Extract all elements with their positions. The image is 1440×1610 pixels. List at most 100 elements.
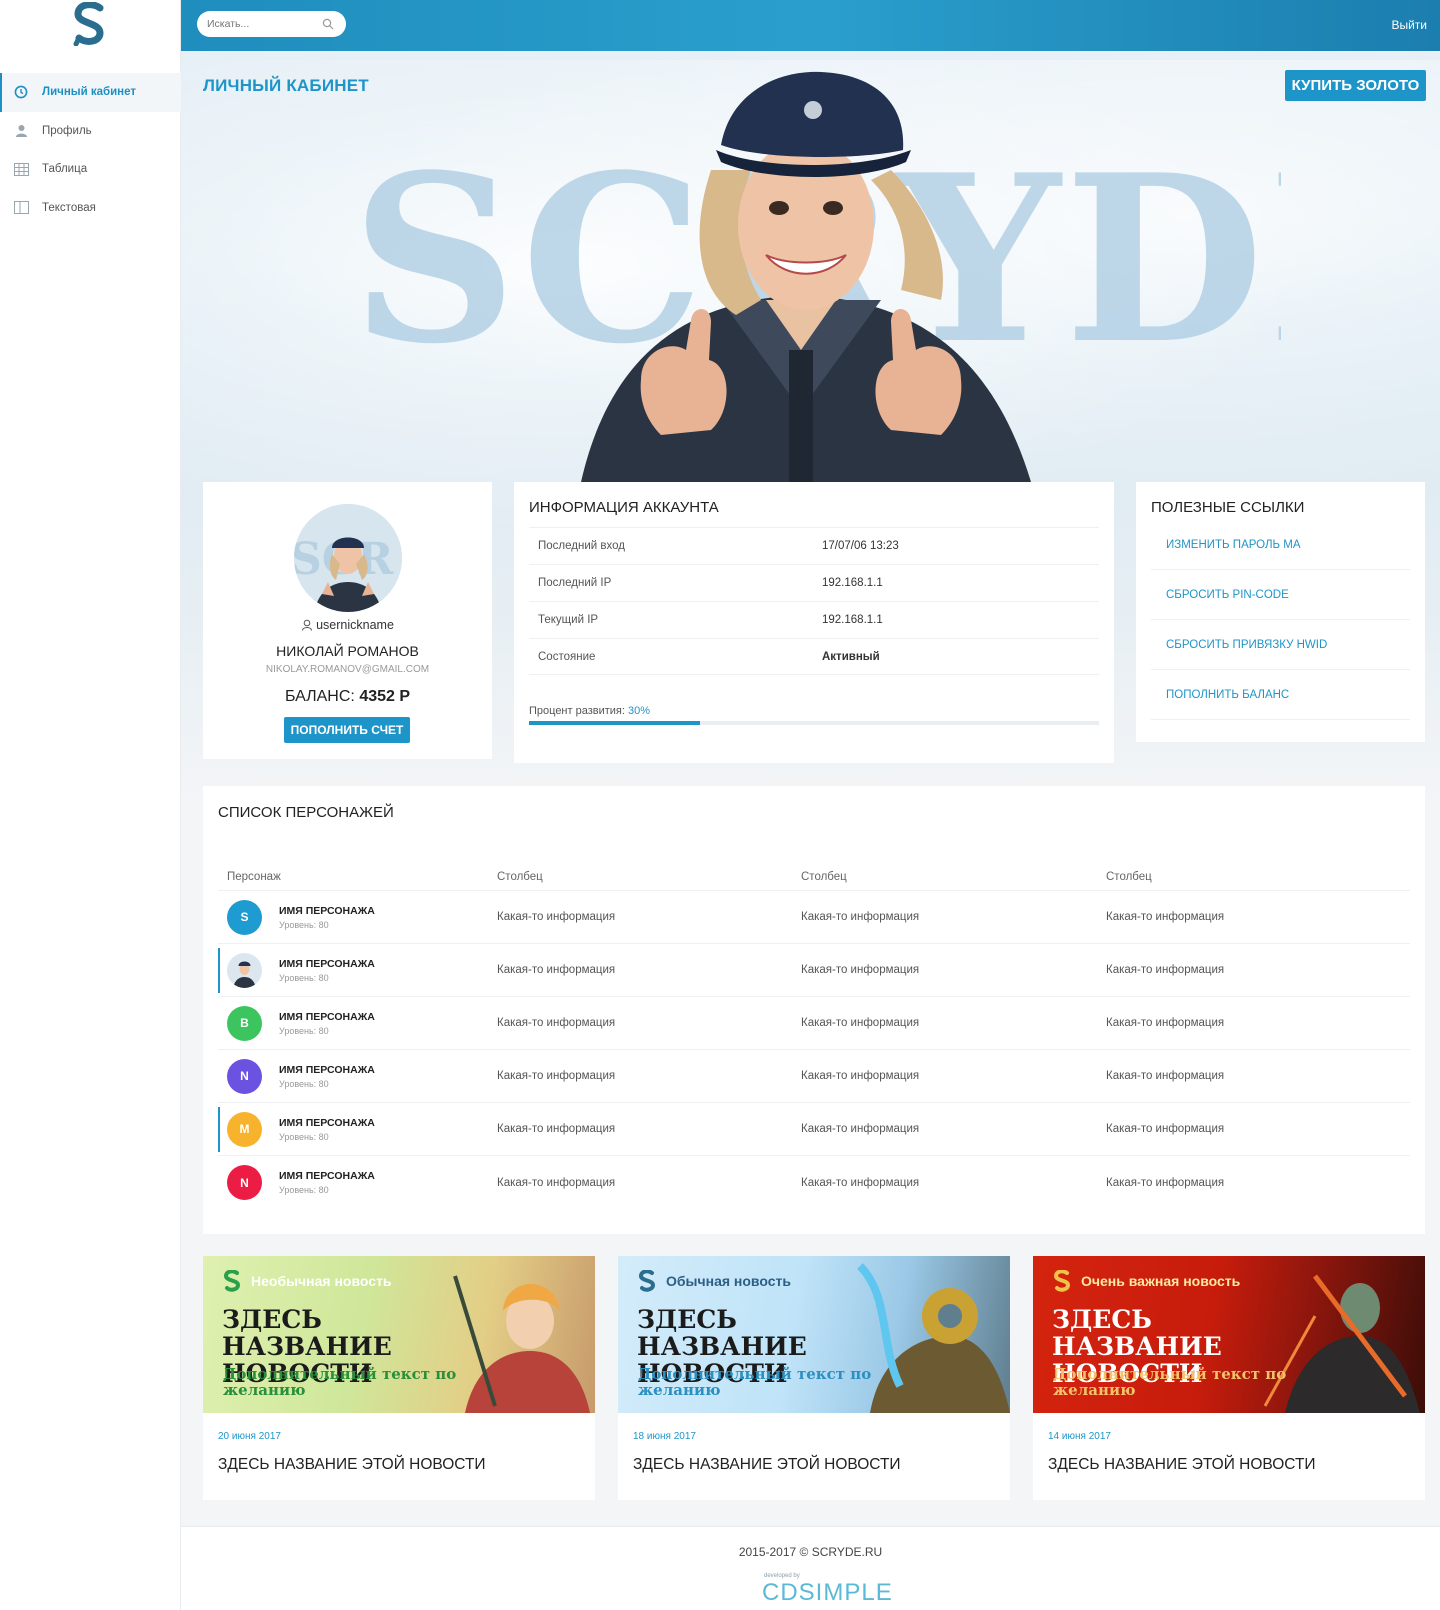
topup-account-button[interactable]: ПОПОЛНИТЬ СЧЕТ	[284, 717, 410, 743]
info-row-last-login: Последний вход 17/07/06 13:23	[529, 527, 1099, 564]
character-name[interactable]: ИМЯ ПЕРСОНАЖА	[279, 1117, 375, 1129]
character-name[interactable]: ИМЯ ПЕРСОНАЖА	[279, 958, 375, 970]
balance: БАЛАНС: 4352 Р	[203, 688, 492, 706]
info-value: 192.168.1.1	[822, 614, 883, 626]
progress-bar	[529, 721, 1099, 725]
character-name[interactable]: ИМЯ ПЕРСОНАЖА	[279, 1170, 375, 1182]
table-cell: Какая-то информация	[497, 1176, 616, 1189]
table-row[interactable]: B ИМЯ ПЕРСОНАЖА Уровень: 80 Какая-то инфо…	[218, 997, 1410, 1050]
link-change-password[interactable]: ИЗМЕНИТЬ ПАРОЛЬ МА	[1151, 520, 1410, 570]
news-banner[interactable]: Необычная новость ЗДЕСЬ НАЗВАНИЕ НОВОСТИ…	[203, 1256, 595, 1413]
logout-link[interactable]: Выйти	[1391, 18, 1427, 32]
news-tag-text: Очень важная новость	[1081, 1273, 1241, 1289]
topbar: Выйти	[181, 0, 1440, 51]
info-key: Последний IP	[538, 577, 612, 589]
developer-logo[interactable]: developed by CDSIMPLE	[756, 1573, 892, 1606]
copyright: 2015-2017 © SCRYDE.RU	[738, 1545, 883, 1559]
search-input[interactable]	[207, 18, 322, 30]
avatar[interactable]: SCR	[294, 504, 402, 612]
balance-value: 4352 Р	[359, 688, 411, 705]
page-title: ЛИЧНЫЙ КАБИНЕТ	[203, 76, 369, 95]
info-value: Активный	[822, 650, 880, 663]
character-cell: N ИМЯ ПЕРСОНАЖА Уровень: 80	[218, 1165, 497, 1200]
character-level: Уровень: 80	[279, 1185, 329, 1195]
table-cell: Какая-то информация	[497, 1123, 616, 1135]
table-cell: Какая-то информация	[1106, 1176, 1225, 1189]
table-cell: Какая-то информация	[801, 1017, 920, 1029]
news-banner[interactable]: Обычная новость ЗДЕСЬ НАЗВАНИЕ НОВОСТИ Д…	[618, 1256, 1010, 1413]
column-header[interactable]: Столбец	[801, 871, 1106, 883]
sidebar-item-dashboard[interactable]: Личный кабинет	[0, 73, 181, 112]
progress-label-text: Процент развития:	[529, 705, 625, 717]
sidebar-item-profile[interactable]: Профиль	[0, 112, 181, 151]
news-banner-subtitle: Дополнительный текст по желанию	[1053, 1365, 1287, 1399]
table-cell: Какая-то информация	[1106, 1123, 1225, 1135]
characters-title: СПИСОК ПЕРСОНАЖЕЙ	[218, 804, 394, 821]
progress-value: 30%	[628, 705, 651, 717]
search-box[interactable]	[197, 11, 346, 37]
info-key: Состояние	[538, 650, 596, 663]
character-cell: B ИМЯ ПЕРСОНАЖА Уровень: 80	[218, 1005, 497, 1041]
link-reset-pin[interactable]: СБРОСИТЬ PIN-CODE	[1151, 570, 1410, 620]
news-card[interactable]: Необычная новость ЗДЕСЬ НАЗВАНИЕ НОВОСТИ…	[203, 1256, 595, 1500]
sidebar-item-table[interactable]: Таблица	[0, 150, 181, 189]
news-title[interactable]: ЗДЕСЬ НАЗВАНИЕ ЭТОЙ НОВОСТИ	[1048, 1456, 1425, 1474]
table-header: Персонаж Столбец Столбец Столбец	[218, 863, 1410, 891]
logo-s-icon	[638, 1270, 656, 1292]
search-icon[interactable]	[322, 18, 334, 30]
email: NIKOLAY.ROMANOV@GMAIL.COM	[265, 664, 430, 675]
sidebar-item-label: Личный кабинет	[42, 86, 136, 99]
table-body: S ИМЯ ПЕРСОНАЖА Уровень: 80 Какая-то инфо…	[218, 891, 1410, 1209]
buy-gold-button[interactable]: КУПИТЬ ЗОЛОТО	[1285, 70, 1426, 101]
news-tag-text: Необычная новость	[251, 1273, 392, 1289]
character-level: Уровень: 80	[279, 919, 329, 930]
sidebar-item-label: Таблица	[42, 163, 88, 176]
table-cell: Какая-то информация	[497, 1017, 616, 1029]
logo-s-icon	[1053, 1270, 1071, 1292]
footer: 2015-2017 © SCRYDE.RU developed by CDSIM…	[181, 1526, 1440, 1610]
news-title[interactable]: ЗДЕСЬ НАЗВАНИЕ ЭТОЙ НОВОСТИ	[633, 1456, 1010, 1474]
character-level: Уровень: 80	[279, 972, 329, 983]
profile-card: SCR usernickname НИКОЛАЙ РОМАНОВ NIKOLAY…	[203, 482, 492, 759]
info-value: 17/07/06 13:23	[822, 540, 899, 552]
table-row[interactable]: ИМЯ ПЕРСОНАЖА Уровень: 80 Какая-то информ…	[218, 944, 1410, 997]
user-outline-icon	[302, 619, 313, 631]
info-row-last-ip: Последний IP 192.168.1.1	[529, 564, 1099, 601]
character-avatar: N	[227, 1165, 262, 1200]
character-avatar-image	[233, 961, 256, 988]
character-level: Уровень: 80	[279, 1131, 329, 1142]
character-cell: S ИМЯ ПЕРСОНАЖА Уровень: 80	[218, 899, 497, 935]
table-icon	[13, 161, 29, 177]
character-name[interactable]: ИМЯ ПЕРСОНАЖА	[279, 1064, 375, 1076]
news-date: 14 июня 2017	[1048, 1431, 1111, 1442]
column-header[interactable]: Персонаж	[218, 871, 497, 883]
column-header[interactable]: Столбец	[497, 871, 801, 883]
table-row[interactable]: M ИМЯ ПЕРСОНАЖА Уровень: 80 Какая-то инфо…	[218, 1103, 1410, 1156]
table-row[interactable]: N ИМЯ ПЕРСОНАЖА Уровень: 80 Какая-то инфо…	[218, 1156, 1410, 1209]
news-banner[interactable]: Очень важная новость ЗДЕСЬ НАЗВАНИЕ НОВО…	[1033, 1256, 1425, 1413]
progress-fill	[529, 721, 700, 725]
column-header[interactable]: Столбец	[1106, 871, 1410, 883]
news-date: 18 июня 2017	[633, 1431, 696, 1442]
character-avatar: B	[227, 1005, 262, 1041]
character-level: Уровень: 80	[279, 1025, 329, 1036]
info-key: Последний вход	[538, 540, 625, 552]
table-row[interactable]: N ИМЯ ПЕРСОНАЖА Уровень: 80 Какая-то инфо…	[218, 1050, 1410, 1103]
main-area: SCRYDE	[181, 0, 1440, 1610]
character-name[interactable]: ИМЯ ПЕРСОНАЖА	[279, 905, 375, 917]
characters-card: СПИСОК ПЕРСОНАЖЕЙ Персонаж Столбец Столб…	[203, 786, 1425, 1234]
logo-s-icon[interactable]	[70, 2, 110, 46]
table-cell: Какая-то информация	[801, 1176, 920, 1189]
table-cell: Какая-то информация	[801, 964, 920, 976]
table-row[interactable]: S ИМЯ ПЕРСОНАЖА Уровень: 80 Какая-то инфо…	[218, 891, 1410, 944]
progress-label: Процент развития: 30%	[529, 705, 1099, 717]
news-title[interactable]: ЗДЕСЬ НАЗВАНИЕ ЭТОЙ НОВОСТИ	[218, 1456, 595, 1474]
table-cell: Какая-то информация	[1106, 1070, 1225, 1082]
character-name[interactable]: ИМЯ ПЕРСОНАЖА	[279, 1011, 375, 1023]
news-tag: Обычная новость	[638, 1270, 791, 1292]
link-topup-balance[interactable]: ПОПОЛНИТЬ БАЛАНС	[1151, 670, 1410, 720]
sidebar-item-text[interactable]: Текстовая	[0, 189, 181, 228]
link-reset-hwid[interactable]: СБРОСИТЬ ПРИВЯЗКУ HWID	[1151, 620, 1410, 670]
news-card[interactable]: Очень важная новость ЗДЕСЬ НАЗВАНИЕ НОВО…	[1033, 1256, 1425, 1500]
news-card[interactable]: Обычная новость ЗДЕСЬ НАЗВАНИЕ НОВОСТИ Д…	[618, 1256, 1010, 1500]
